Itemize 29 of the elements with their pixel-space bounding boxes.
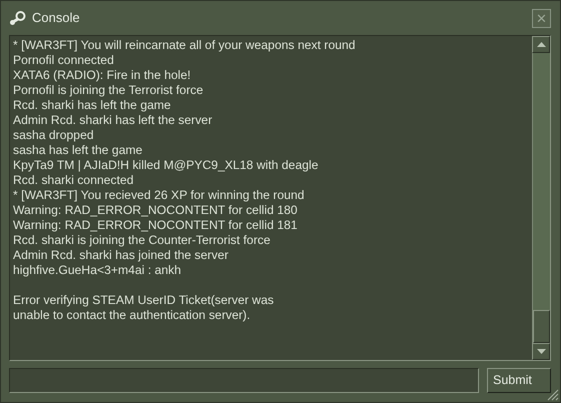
scroll-down-button[interactable] xyxy=(532,343,550,360)
console-line: KpyTa9 TM | AJIaD!H killed M@PYC9_XL18 with deagle xyxy=(13,158,320,173)
scrollbar[interactable] xyxy=(532,36,550,360)
console-line: sasha has left the game xyxy=(13,143,144,158)
submit-button[interactable]: Submit xyxy=(487,368,551,393)
error-message-line: unable to contact the authentication server). xyxy=(13,308,252,323)
resize-grip-icon xyxy=(547,389,559,401)
console-line: Warning: RAD_ERROR_NOCONTENT for cellid 180 xyxy=(13,203,298,218)
console-line: sasha dropped xyxy=(13,128,95,143)
console-line: Rcd. sharki is joining the Counter-Terrorist force xyxy=(13,233,272,248)
console-line: Admin Rcd. sharki has joined the server xyxy=(13,248,230,263)
console-line: highfive.GueHa<3+m4ai : ankh xyxy=(13,263,182,278)
scroll-up-button[interactable] xyxy=(532,36,550,53)
error-message-line: Error verifying STEAM UserID Ticket(server was xyxy=(13,293,275,308)
down-arrow-icon xyxy=(536,349,546,354)
window-title: Console xyxy=(32,9,80,28)
console-line: Warning: RAD_ERROR_NOCONTENT for cellid 181 xyxy=(13,218,298,233)
up-arrow-icon xyxy=(536,42,546,47)
console-line: * [WAR3FT] You will reincarnate all of your weapons next round xyxy=(13,38,356,53)
console-line: * [WAR3FT] You recieved 26 XP for winning the round xyxy=(13,188,306,203)
console-line: Rcd. sharki connected xyxy=(13,173,135,188)
steam-logo-icon xyxy=(9,10,26,26)
console-line: XATA6 (RADIO): Fire in the hole! xyxy=(13,68,192,83)
console-line: Pornofil connected xyxy=(13,53,115,68)
console-line: Pornofil is joining the Terrorist force xyxy=(13,83,204,98)
console-line: Admin Rcd. sharki has left the server xyxy=(13,113,214,128)
scroll-thumb[interactable] xyxy=(533,310,550,343)
console-line: Rcd. sharki has left the game xyxy=(13,98,172,113)
command-field[interactable] xyxy=(9,368,479,393)
